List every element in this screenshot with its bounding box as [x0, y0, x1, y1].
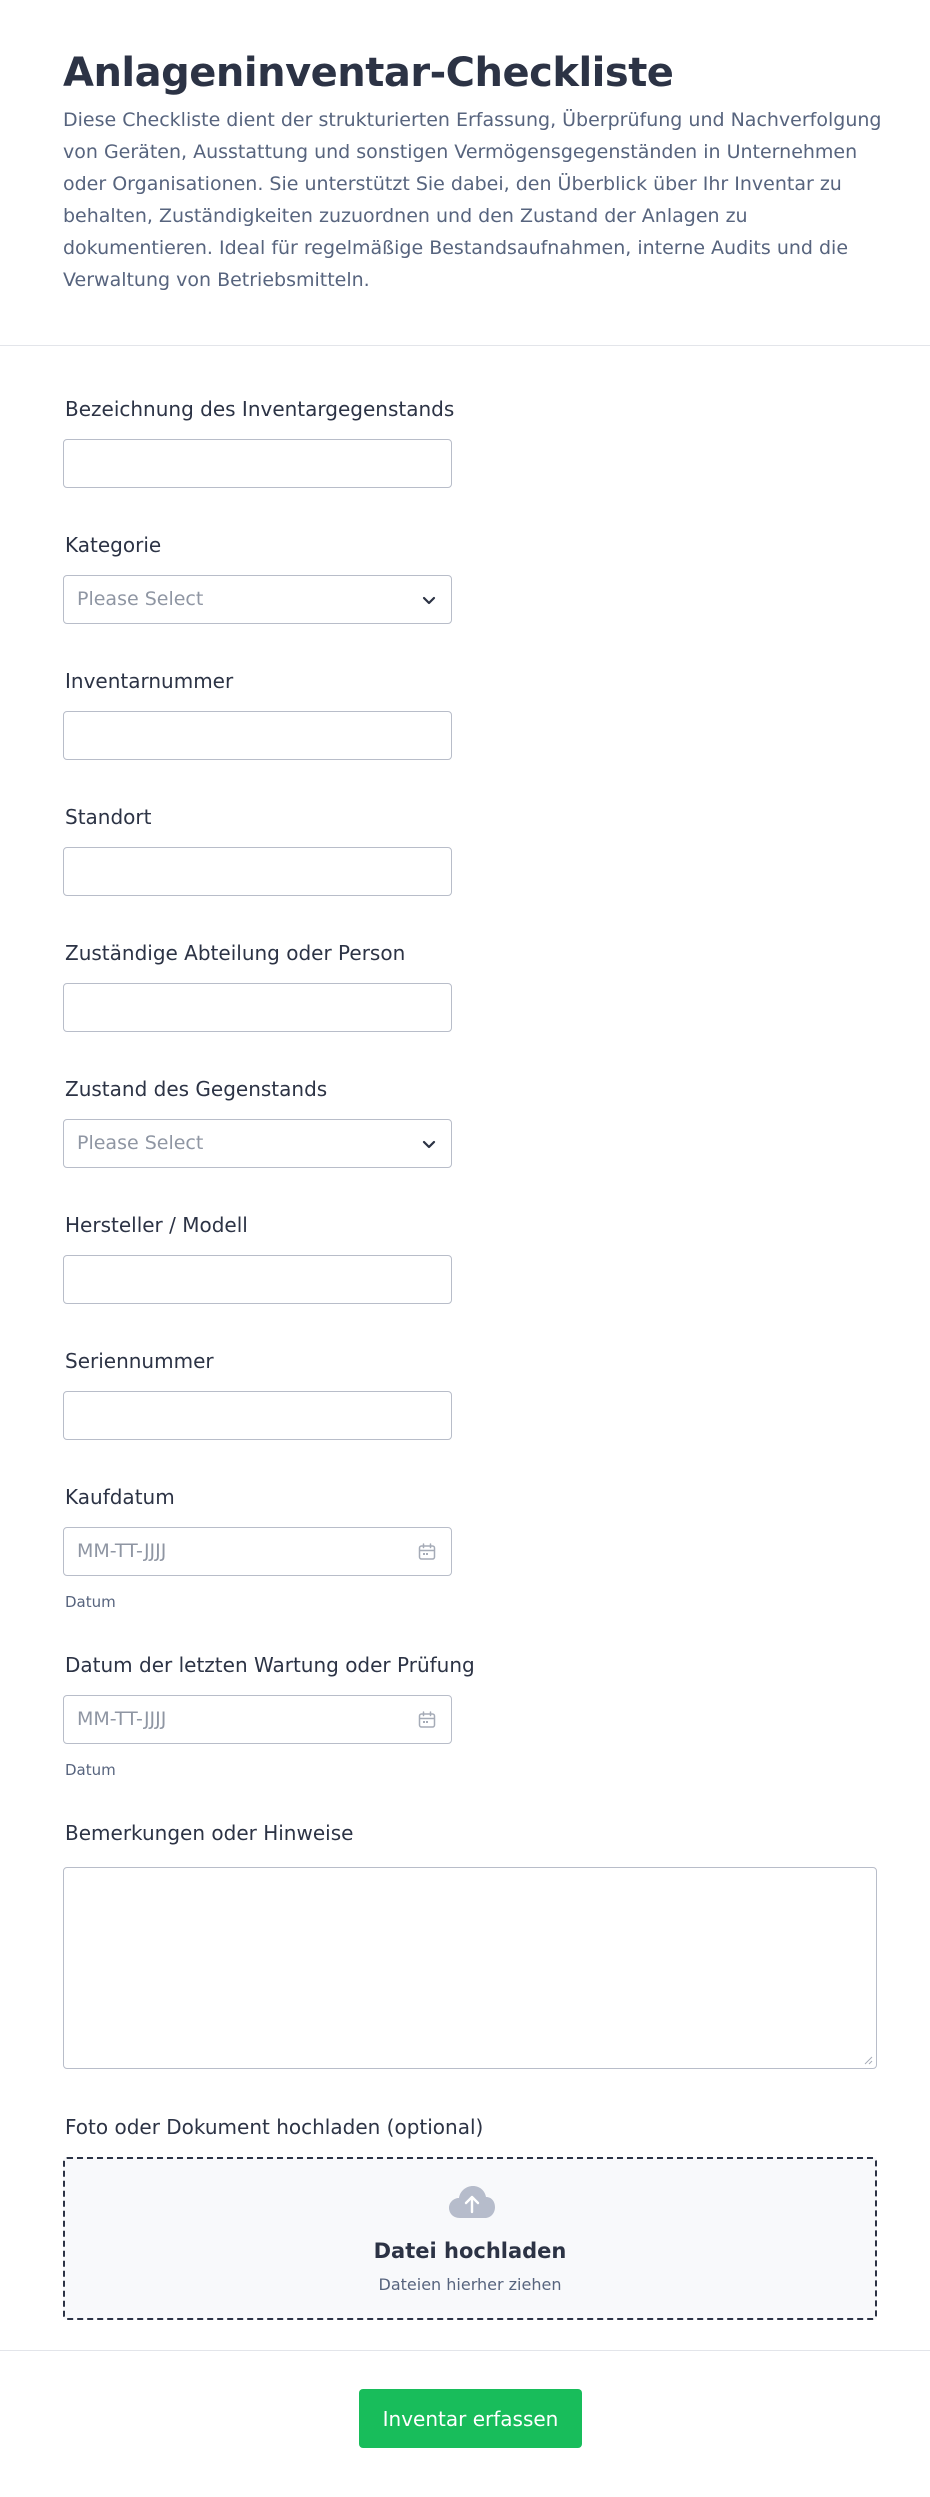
bezeichnung-input[interactable] — [63, 439, 452, 488]
field-label: Bezeichnung des Inventargegenstands — [65, 397, 455, 421]
select-placeholder: Please Select — [77, 1132, 204, 1154]
field-label: Bemerkungen oder Hinweise — [65, 1821, 354, 1845]
file-upload-dropzone[interactable]: Datei hochladen Dateien hierher ziehen — [63, 2157, 877, 2320]
date-placeholder: MM-TT-JJJJ — [77, 1540, 167, 1562]
wartung-input[interactable]: MM-TT-JJJJ — [63, 1695, 452, 1744]
zustand-select[interactable]: Please Select — [63, 1119, 452, 1168]
field-label: Kategorie — [65, 533, 162, 557]
hersteller-input[interactable] — [63, 1255, 452, 1304]
kategorie-select[interactable]: Please Select — [63, 575, 452, 624]
page-description: Diese Checkliste dient der strukturierte… — [63, 109, 882, 291]
field-label: Zustand des Gegenstands — [65, 1077, 328, 1101]
inventarnummer-input[interactable] — [63, 711, 452, 760]
upload-title: Datei hochladen — [373, 2239, 567, 2263]
cloud-upload-icon — [449, 2186, 495, 2218]
form-header: Anlageninventar-Checkliste Diese Checkli… — [0, 0, 930, 346]
seriennummer-input[interactable] — [63, 1391, 452, 1440]
chevron-down-icon — [422, 596, 436, 605]
standort-input[interactable] — [63, 847, 452, 896]
page-title: Anlageninventar-Checkliste — [63, 50, 674, 96]
chevron-down-icon — [422, 1140, 436, 1149]
field-label: Seriennummer — [65, 1349, 214, 1373]
zustaendig-input[interactable] — [63, 983, 452, 1032]
bemerkungen-textarea[interactable] — [63, 1867, 877, 2069]
submit-button[interactable]: Inventar erfassen — [359, 2389, 582, 2448]
form-footer: Inventar erfassen — [0, 2350, 930, 2497]
field-label: Standort — [65, 805, 152, 829]
calendar-icon[interactable] — [417, 1710, 437, 1730]
calendar-icon[interactable] — [417, 1542, 437, 1562]
date-sublabel: Datum — [65, 1593, 116, 1611]
kaufdatum-input[interactable]: MM-TT-JJJJ — [63, 1527, 452, 1576]
field-label: Inventarnummer — [65, 669, 234, 693]
field-label: Datum der letzten Wartung oder Prüfung — [65, 1653, 475, 1677]
select-placeholder: Please Select — [77, 588, 204, 610]
field-label: Zuständige Abteilung oder Person — [65, 941, 406, 965]
field-label: Kaufdatum — [65, 1485, 175, 1509]
date-placeholder: MM-TT-JJJJ — [77, 1708, 167, 1730]
field-label: Foto oder Dokument hochladen (optional) — [65, 2115, 484, 2139]
resize-handle-icon[interactable] — [863, 2055, 873, 2065]
date-sublabel: Datum — [65, 1761, 116, 1779]
upload-subtitle: Dateien hierher ziehen — [378, 2275, 562, 2294]
field-label: Hersteller / Modell — [65, 1213, 248, 1237]
